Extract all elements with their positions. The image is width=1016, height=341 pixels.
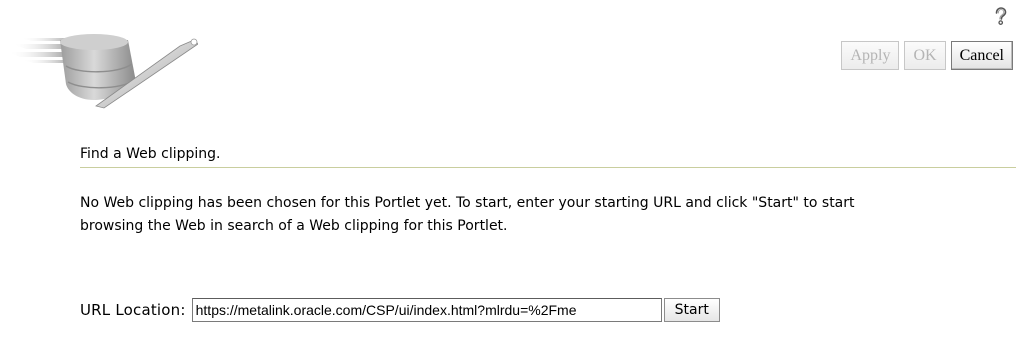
section-header: Find a Web clipping. (80, 145, 1016, 168)
start-button[interactable]: Start (663, 298, 720, 322)
instructions-text: No Web clipping has been chosen for this… (80, 192, 1010, 238)
web-clipping-page: Apply OK Cancel Find a Web clipping. No … (0, 0, 1016, 341)
apply-button[interactable]: Apply (841, 41, 900, 70)
help-question-icon[interactable] (992, 6, 1010, 26)
ok-button[interactable]: OK (904, 41, 946, 70)
url-location-input[interactable] (191, 298, 662, 322)
url-location-label: URL Location: (80, 301, 186, 319)
dialog-toolbar: Apply OK Cancel (841, 41, 1013, 70)
cancel-button[interactable]: Cancel (950, 41, 1013, 70)
database-wand-logo (8, 34, 198, 109)
instructions-line: browsing the Web in search of a Web clip… (80, 218, 508, 234)
instructions-line: No Web clipping has been chosen for this… (80, 195, 855, 211)
url-location-row: URL Location: Start (80, 298, 720, 322)
